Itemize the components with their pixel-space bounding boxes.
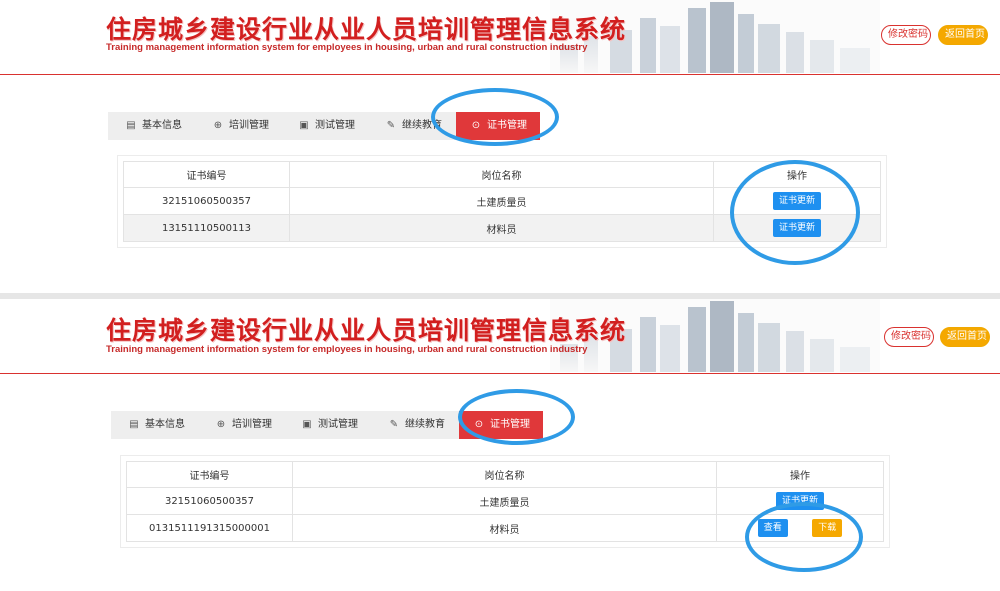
table-row: 13151110500113 材料员 证书更新 [123,214,881,242]
tab-certificate[interactable]: ⊙ 证书管理 [456,112,540,140]
view-button[interactable]: 查看 [757,519,788,537]
edit-icon: ✎ [386,120,396,131]
col-cert-no: 证书编号 [126,461,293,488]
change-password-button[interactable]: 修改密码 [881,25,931,45]
action-cell: 证书更新 [713,187,881,215]
table-row: 32151060500357 土建质量员 证书更新 [123,187,881,215]
certificate-table: 证书编号 岗位名称 操作 32151060500357 土建质量员 证书更新 1… [123,161,881,242]
certificate-update-button[interactable]: 证书更新 [772,219,821,237]
tab-label: 证书管理 [487,120,527,131]
nav-tabs: ▤ 基本信息 ⊕ 培训管理 ▣ 测试管理 ✎ 继续教育 ⊙ 证书管理 [111,411,543,439]
col-cert-no: 证书编号 [123,161,290,188]
table-row: 32151060500357 土建质量员 证书更新 [126,487,884,515]
badge-icon: ⊙ [471,120,481,131]
system-subtitle: Training management information system f… [106,344,588,355]
tab-training[interactable]: ⊕ 培训管理 [211,112,269,140]
cert-no-cell: 0131511191315000001 [126,514,293,542]
tab-basic-info[interactable]: ▤ 基本信息 [124,112,182,140]
action-cell: 证书更新 [716,487,884,515]
tab-training[interactable]: ⊕ 培训管理 [214,411,272,439]
position-cell: 材料员 [292,514,717,542]
certificate-table-container: 证书编号 岗位名称 操作 32151060500357 土建质量员 证书更新 0… [120,455,890,548]
return-home-button[interactable]: 返回首页 [940,327,990,347]
screenshot-panel-2: 住房城乡建设行业从业人员培训管理信息系统 Training management… [0,299,1000,591]
tab-label: 证书管理 [490,419,530,430]
position-cell: 土建质量员 [292,487,717,515]
tab-label: 测试管理 [315,120,355,131]
certificate-update-button[interactable]: 证书更新 [772,192,821,210]
tab-label: 培训管理 [229,120,269,131]
cert-no-cell: 32151060500357 [126,487,293,515]
nav-tabs: ▤ 基本信息 ⊕ 培训管理 ▣ 测试管理 ✎ 继续教育 ⊙ 证书管理 [108,112,540,140]
table-row: 0131511191315000001 材料员 查看 下载 [126,514,884,542]
screenshot-panel-1: 住房城乡建设行业从业人员培训管理信息系统 Training management… [0,0,1000,293]
certificate-table: 证书编号 岗位名称 操作 32151060500357 土建质量员 证书更新 0… [126,461,884,542]
tab-continuing-education[interactable]: ✎ 继续教育 [384,112,442,140]
certificate-table-container: 证书编号 岗位名称 操作 32151060500357 土建质量员 证书更新 1… [117,155,887,248]
edit-icon: ✎ [389,419,399,430]
action-cell: 证书更新 [713,214,881,242]
tab-label: 基本信息 [142,120,182,131]
col-position: 岗位名称 [289,161,714,188]
badge-icon: ⊙ [474,419,484,430]
tab-label: 测试管理 [318,419,358,430]
tab-label: 继续教育 [402,120,442,131]
tab-label: 培训管理 [232,419,272,430]
tab-label: 继续教育 [405,419,445,430]
clipboard-icon: ▤ [126,120,136,131]
tab-testing[interactable]: ▣ 测试管理 [297,112,355,140]
col-action: 操作 [716,461,884,488]
position-cell: 土建质量员 [289,187,714,215]
system-title: 住房城乡建设行业从业人员培训管理信息系统 [106,316,627,345]
system-title: 住房城乡建设行业从业人员培训管理信息系统 [106,15,627,44]
table-header-row: 证书编号 岗位名称 操作 [126,461,884,488]
col-action: 操作 [713,161,881,188]
training-icon: ⊕ [213,120,223,131]
site-header: 住房城乡建设行业从业人员培训管理信息系统 Training management… [0,299,1000,374]
cert-no-cell: 32151060500357 [123,187,290,215]
training-icon: ⊕ [216,419,226,430]
download-button[interactable]: 下载 [812,519,843,537]
return-home-button[interactable]: 返回首页 [938,25,988,45]
action-cell: 查看 下载 [716,514,884,542]
tab-testing[interactable]: ▣ 测试管理 [300,411,358,439]
position-cell: 材料员 [289,214,714,242]
tab-continuing-education[interactable]: ✎ 继续教育 [387,411,445,439]
tab-label: 基本信息 [145,419,185,430]
clipboard-icon: ▤ [129,419,139,430]
col-position: 岗位名称 [292,461,717,488]
document-icon: ▣ [302,419,312,430]
certificate-update-button[interactable]: 证书更新 [775,492,824,510]
tab-certificate[interactable]: ⊙ 证书管理 [459,411,543,439]
document-icon: ▣ [299,120,309,131]
tab-basic-info[interactable]: ▤ 基本信息 [127,411,185,439]
change-password-button[interactable]: 修改密码 [884,327,934,347]
site-header: 住房城乡建设行业从业人员培训管理信息系统 Training management… [0,0,1000,75]
table-header-row: 证书编号 岗位名称 操作 [123,161,881,188]
cert-no-cell: 13151110500113 [123,214,290,242]
system-subtitle: Training management information system f… [106,42,588,53]
